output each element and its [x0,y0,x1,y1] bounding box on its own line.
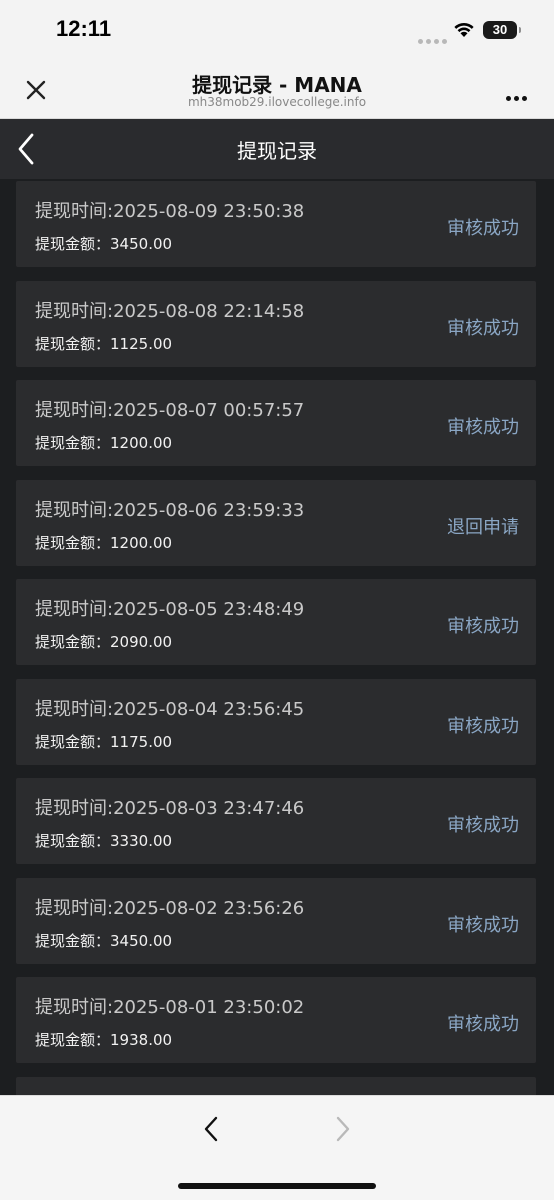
record-time: 提现时间:2025-08-06 23:59:33 [35,500,305,521]
wifi-icon [454,22,474,37]
list-item[interactable]: 提现时间:2025-08-08 22:14:58 提现金额：1125.00 审核… [16,281,536,367]
battery-icon: 30 [483,21,521,39]
record-amount: 提现金额：3330.00 [35,832,173,850]
record-time: 提现时间:2025-08-09 23:50:38 [35,201,305,222]
signal-icon [418,29,450,48]
record-status: 审核成功 [447,417,519,438]
chevron-right-icon[interactable] [330,1114,354,1144]
browser-bar: 提现记录 - MANA mh38mob29.ilovecollege.info [0,62,554,119]
record-amount: 提现金额：1200.00 [35,534,173,552]
record-time: 提现时间:2025-08-03 23:47:46 [35,798,305,819]
record-status: 审核成功 [447,915,519,936]
chevron-left-icon[interactable] [200,1114,224,1144]
browser-title: 提现记录 - MANA [192,73,362,97]
list-item[interactable]: 提现时间:2025-08-06 23:59:33 提现金额：1200.00 退回… [16,480,536,566]
record-status: 审核成功 [447,616,519,637]
status-time: 12:11 [56,16,112,41]
record-time: 提现时间:2025-08-02 23:56:26 [35,898,305,919]
record-status: 退回申请 [447,517,519,538]
browser-url[interactable]: mh38mob29.ilovecollege.info [0,95,554,109]
record-status: 审核成功 [447,318,519,339]
home-indicator [178,1183,376,1189]
list-item[interactable]: 提现时间:2025-08-01 23:50:02 提现金额：1938.00 审核… [16,977,536,1063]
record-amount: 提现金额：3450.00 [35,932,173,950]
record-amount: 提现金额：1200.00 [35,434,173,452]
record-status: 审核成功 [447,815,519,836]
status-bar: 12:11 30 [0,0,554,62]
record-amount: 提现金额：1125.00 [35,335,173,353]
page-title: 提现记录 [237,139,317,163]
list-item-partial[interactable] [16,1077,536,1095]
list-item[interactable]: 提现时间:2025-08-03 23:47:46 提现金额：3330.00 审核… [16,778,536,864]
more-icon[interactable] [506,86,530,105]
browser-toolbar [0,1095,554,1200]
list-item[interactable]: 提现时间:2025-08-05 23:48:49 提现金额：2090.00 审核… [16,579,536,665]
record-time: 提现时间:2025-08-07 00:57:57 [35,400,305,421]
record-time: 提现时间:2025-08-05 23:48:49 [35,599,305,620]
record-time: 提现时间:2025-08-08 22:14:58 [35,301,305,322]
record-amount: 提现金额：1175.00 [35,733,173,751]
record-amount: 提现金额：2090.00 [35,633,173,651]
record-status: 审核成功 [447,716,519,737]
list-item[interactable]: 提现时间:2025-08-07 00:57:57 提现金额：1200.00 审核… [16,380,536,466]
record-time: 提现时间:2025-08-01 23:50:02 [35,997,305,1018]
record-status: 审核成功 [447,218,519,239]
list-item[interactable]: 提现时间:2025-08-09 23:50:38 提现金额：3450.00 审核… [16,181,536,267]
record-time: 提现时间:2025-08-04 23:56:45 [35,699,305,720]
record-amount: 提现金额：3450.00 [35,235,173,253]
record-status: 审核成功 [447,1014,519,1035]
withdrawal-record-list[interactable]: 提现时间:2025-08-09 23:50:38 提现金额：3450.00 审核… [0,179,554,1095]
list-item[interactable]: 提现时间:2025-08-04 23:56:45 提现金额：1175.00 审核… [16,679,536,765]
list-item[interactable]: 提现时间:2025-08-02 23:56:26 提现金额：3450.00 审核… [16,878,536,964]
app-header: 提现记录 [0,119,554,179]
record-amount: 提现金额：1938.00 [35,1031,173,1049]
